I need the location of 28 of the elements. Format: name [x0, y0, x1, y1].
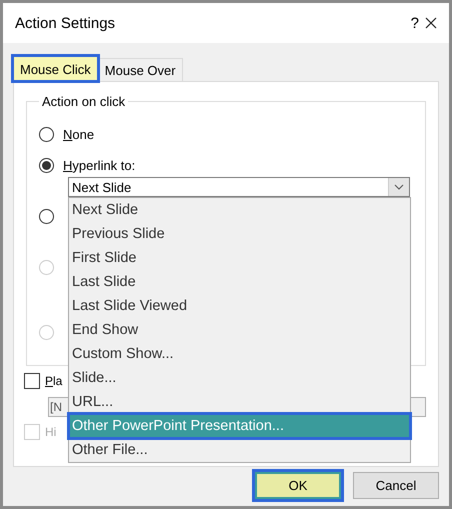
checkbox-label: Pla	[45, 374, 62, 388]
group-title: Action on click	[41, 94, 126, 109]
dropdown-option[interactable]: Other File...	[69, 438, 410, 462]
checkbox[interactable]	[24, 373, 40, 389]
checkbox-label: Hi	[45, 425, 56, 439]
radio-button[interactable]	[39, 208, 54, 224]
dropdown-option[interactable]: Previous Slide	[69, 222, 410, 246]
radio-label: None	[63, 126, 94, 142]
dropdown-option[interactable]: Last Slide	[69, 270, 410, 294]
dropdown-option[interactable]: First Slide	[69, 246, 410, 270]
help-button[interactable]: ?	[410, 14, 419, 32]
dialog-button[interactable]: Cancel	[353, 472, 439, 499]
dropdown-option[interactable]: Slide...	[69, 366, 410, 390]
window-title: Action Settings	[15, 14, 116, 32]
chevron-down-icon	[394, 184, 404, 190]
dropdown-option[interactable]: Next Slide	[69, 198, 410, 222]
tab[interactable]: Mouse Over	[98, 58, 183, 81]
dropdown-option[interactable]: URL...	[69, 390, 410, 414]
dropdown-option[interactable]: Custom Show...	[69, 342, 410, 366]
dropdown-option[interactable]: End Show	[69, 318, 410, 342]
tab[interactable]: Mouse Click	[13, 56, 98, 81]
hyperlink-dropdown[interactable]: Next Slide	[68, 177, 410, 197]
dropdown-option[interactable]: Last Slide Viewed	[69, 294, 410, 318]
radio-button[interactable]	[39, 158, 54, 172]
radio-label: Hyperlink to:	[63, 158, 136, 172]
dialog-button[interactable]: OK	[255, 472, 341, 499]
close-icon[interactable]	[425, 17, 437, 29]
radio-button[interactable]	[39, 126, 54, 142]
